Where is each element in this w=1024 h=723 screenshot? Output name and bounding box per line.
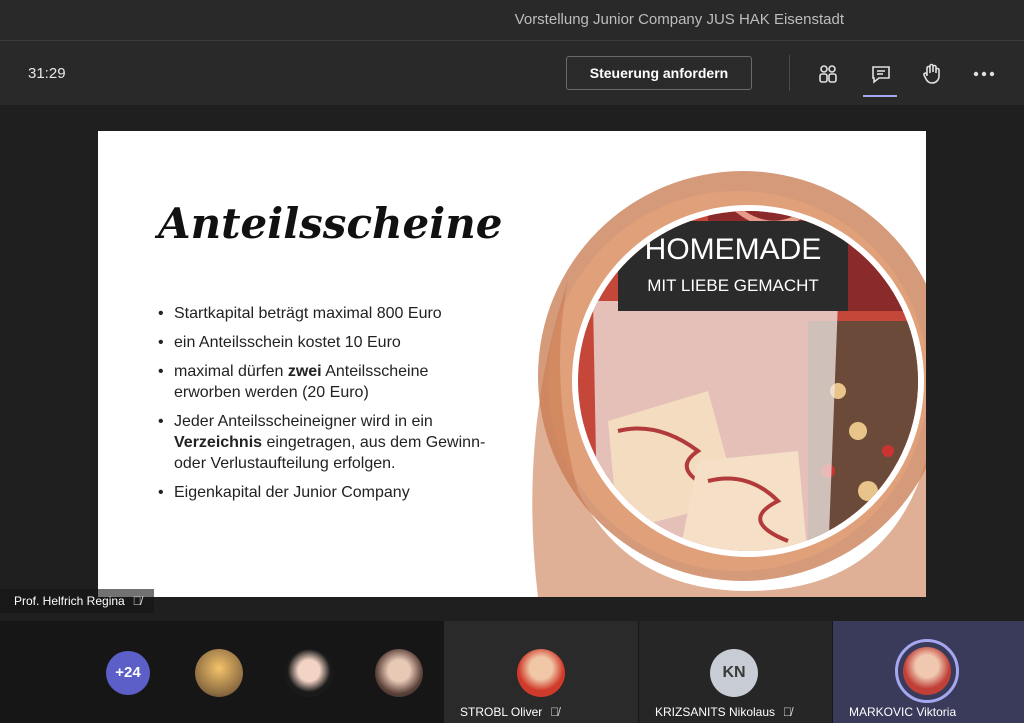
participant-avatar[interactable]	[285, 649, 333, 697]
more-participants-button[interactable]: +24	[106, 651, 150, 695]
svg-text:HOMEMADE: HOMEMADE	[645, 233, 822, 266]
mic-off-icon: 🎙̸	[783, 705, 793, 719]
chat-icon[interactable]	[868, 61, 894, 87]
participant-tile[interactable]: STROBL Oliver 🎙̸	[444, 621, 638, 723]
bullet-item: Startkapital beträgt maximal 800 Euro	[158, 303, 488, 324]
presenter-name: Prof. Helfrich Regina	[14, 594, 125, 608]
homemade-chocolate-image: HOMEMADE MIT LIEBE GEMACHT	[532, 171, 926, 597]
participant-name: KRIZSANITS Nikolaus 🎙̸	[655, 705, 793, 719]
shared-screen-stage: Anteilsscheine Startkapital beträgt maxi…	[0, 106, 1024, 621]
meeting-toolbar: 31:29 Steuerung anfordern	[0, 41, 1024, 105]
participant-avatar	[903, 647, 951, 695]
participant-avatar	[517, 649, 565, 697]
participant-tile-speaking[interactable]: MARKOVIC Viktoria	[833, 621, 1024, 723]
bullet-item: maximal dürfen zwei Anteilsscheine erwor…	[158, 361, 488, 403]
mic-off-icon: 🎙̸	[550, 705, 560, 719]
slide-bullet-list: Startkapital beträgt maximal 800 Euro ei…	[158, 303, 488, 511]
participant-strip: +24 STROBL Oliver 🎙̸ KN KRIZSANITS Nikola…	[0, 621, 1024, 723]
participants-icon[interactable]	[815, 61, 841, 87]
participant-initials-avatar: KN	[710, 649, 758, 697]
participant-avatar[interactable]	[375, 649, 423, 697]
more-icon[interactable]	[971, 61, 997, 87]
window-title: Vorstellung Junior Company JUS HAK Eisen…	[514, 11, 844, 28]
participant-avatar[interactable]	[195, 649, 243, 697]
slide-title: Anteilsscheine	[158, 199, 503, 248]
bullet-item: ein Anteilsschein kostet 10 Euro	[158, 332, 488, 353]
participant-name: STROBL Oliver 🎙̸	[460, 705, 560, 719]
participant-name: MARKOVIC Viktoria	[849, 705, 957, 719]
meeting-timer: 31:29	[28, 65, 66, 82]
presentation-slide: Anteilsscheine Startkapital beträgt maxi…	[98, 131, 926, 597]
raise-hand-icon[interactable]	[919, 61, 945, 87]
active-tab-indicator	[863, 95, 897, 97]
bullet-item: Eigenkapital der Junior Company	[158, 482, 488, 503]
bullet-item: Jeder Anteilsscheineigner wird in ein Ve…	[158, 411, 488, 474]
presenter-label: Prof. Helfrich Regina 🎙̸	[0, 589, 154, 613]
title-bar: Vorstellung Junior Company JUS HAK Eisen…	[0, 0, 1024, 41]
participant-tile[interactable]: KN KRIZSANITS Nikolaus 🎙̸	[639, 621, 832, 723]
svg-text:MIT LIEBE GEMACHT: MIT LIEBE GEMACHT	[647, 276, 819, 295]
toolbar-divider	[789, 55, 790, 91]
mic-off-icon: 🎙̸	[132, 594, 142, 608]
request-control-button[interactable]: Steuerung anfordern	[566, 56, 752, 90]
